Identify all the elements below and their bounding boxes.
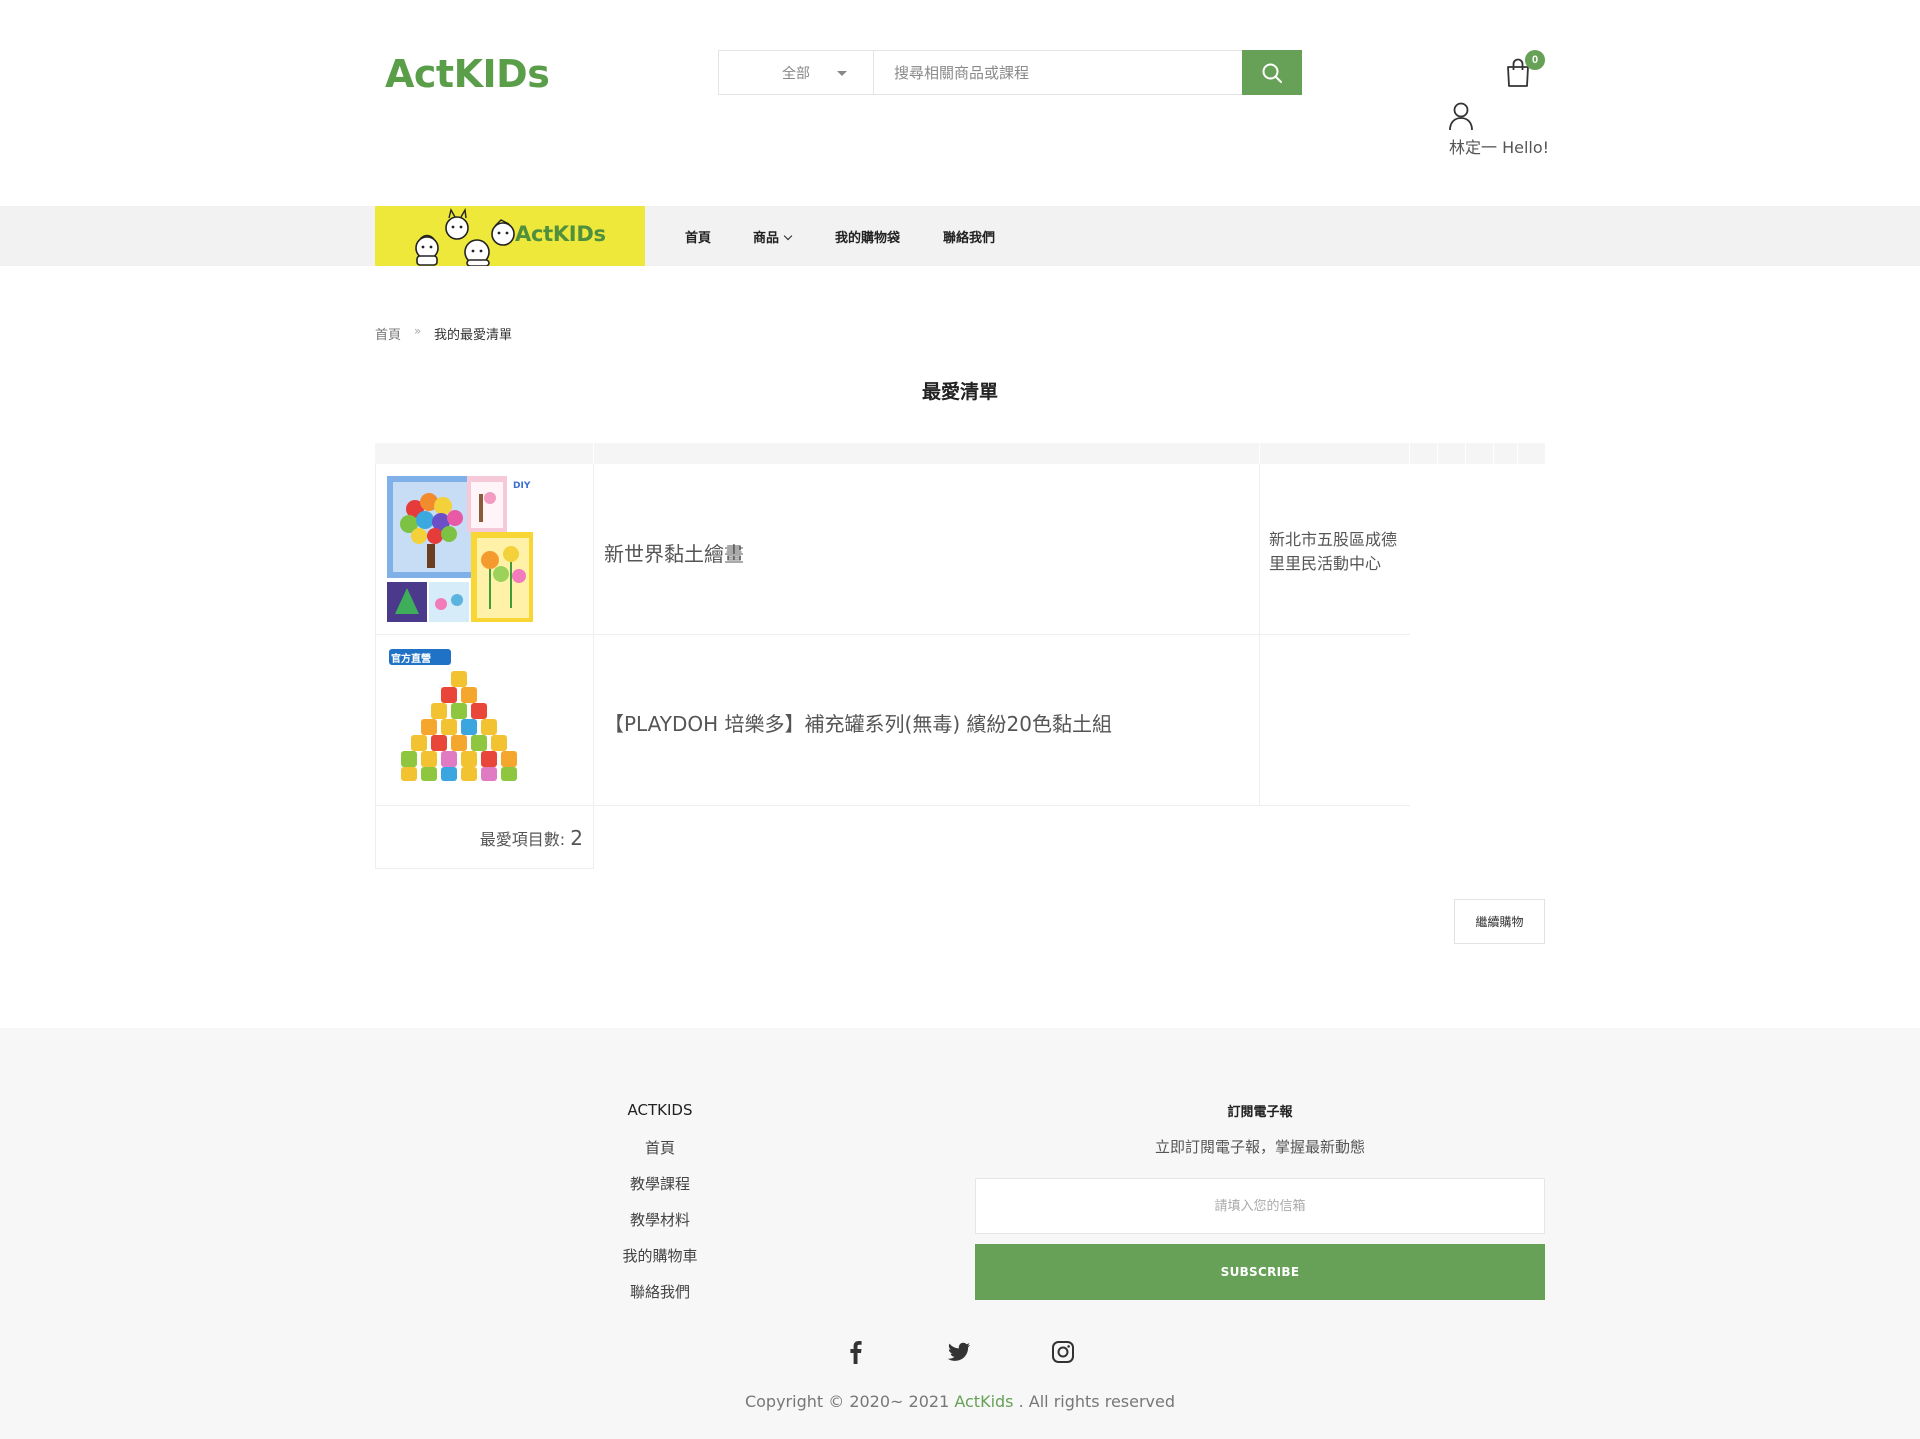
nav-item-home[interactable]: 首頁 — [685, 227, 711, 246]
table-header-row — [375, 443, 1545, 464]
table-header-divider — [1259, 443, 1260, 464]
footer-column-title: ACTKIDS — [627, 1101, 693, 1119]
search-input[interactable] — [874, 51, 1242, 94]
wishlist-count-value: 2 — [570, 826, 583, 850]
breadcrumb-separator: » — [414, 324, 422, 338]
newsletter-title: 訂閱電子報 — [1227, 1105, 1293, 1120]
wishlist-count: 最愛項目數: 2 — [480, 826, 583, 850]
chevron-down-icon — [783, 231, 793, 241]
table-header-divider — [1517, 443, 1518, 464]
product-image-playdoh[interactable] — [385, 645, 535, 795]
table-header-divider — [1409, 443, 1410, 464]
search-icon — [1262, 63, 1282, 83]
nav-item-label: 我的購物袋 — [835, 231, 901, 246]
table-row: DIY 新世界黏土繪畫 新北市五股區成德里里民活動中心 — [375, 464, 1410, 635]
footer-link-cart[interactable]: 我的購物車 — [580, 1245, 740, 1266]
footer — [0, 1028, 1920, 1439]
search-category-label: 全部 — [782, 64, 810, 81]
wishlist-count-cell: 最愛項目數: 2 — [375, 806, 593, 869]
svg-text:DIY: DIY — [513, 481, 531, 491]
table-header-divider — [1437, 443, 1438, 464]
facebook-icon[interactable] — [844, 1340, 868, 1364]
product-name[interactable]: 新世界黏土繪畫 — [604, 538, 744, 567]
copyright-brand-link[interactable]: ActKids — [954, 1392, 1013, 1411]
user-icon[interactable] — [1448, 101, 1474, 131]
product-image-clay-painting[interactable]: DIY — [385, 474, 535, 624]
search-button[interactable] — [1242, 50, 1302, 95]
footer-link-contact[interactable]: 聯絡我們 — [580, 1281, 740, 1302]
site-logo[interactable]: ActKIDs — [385, 52, 550, 96]
table-border — [1259, 464, 1260, 806]
nav-item-contact[interactable]: 聯絡我們 — [943, 227, 995, 246]
copyright-suffix: . All rights reserved — [1018, 1392, 1176, 1411]
breadcrumb-current: 我的最愛清單 — [434, 328, 513, 343]
twitter-icon[interactable] — [947, 1340, 971, 1364]
search-bar: 全部 — [718, 50, 1302, 95]
cart-count-badge: 0 — [1525, 50, 1545, 70]
footer-link-materials[interactable]: 教學材料 — [580, 1209, 740, 1230]
wishlist-count-label: 最愛項目數: — [479, 830, 566, 849]
nav-item-my-bag[interactable]: 我的購物袋 — [835, 227, 900, 246]
page-title: 最愛清單 — [921, 381, 998, 403]
user-greeting[interactable]: 林定一 Hello! — [1449, 134, 1549, 158]
nav-item-label: 商品 — [753, 231, 780, 246]
caret-down-icon — [837, 71, 847, 76]
table-header-divider — [1493, 443, 1494, 464]
continue-shopping-button[interactable]: 繼續購物 — [1454, 899, 1545, 944]
table-header-divider — [1465, 443, 1466, 464]
product-badge: 官方直營 — [391, 654, 431, 665]
copyright-text: Copyright © 2020~ 2021 ActKids . All rig… — [0, 1392, 1920, 1411]
table-header-divider — [593, 443, 594, 464]
nav-item-label: 聯絡我們 — [943, 231, 996, 246]
product-name[interactable]: 【PLAYDOH 培樂多】補充罐系列(無毒) 繽紛20色黏土組 — [604, 708, 1112, 737]
newsletter-description: 立即訂閱電子報，掌握最新動態 — [1154, 1138, 1365, 1156]
newsletter-email-input[interactable] — [975, 1178, 1545, 1234]
breadcrumb-home[interactable]: 首頁 — [375, 324, 401, 343]
subscribe-button[interactable]: SUBSCRIBE — [975, 1244, 1545, 1300]
instagram-icon[interactable] — [1051, 1340, 1075, 1364]
table-border — [593, 464, 594, 869]
search-category-select[interactable]: 全部 — [719, 51, 874, 94]
nav-item-products[interactable]: 商品 — [753, 227, 793, 246]
nav-item-label: 首頁 — [685, 231, 712, 246]
product-location: 新北市五股區成德里里民活動中心 — [1269, 530, 1398, 573]
nav-banner-text: ActKIDs — [515, 222, 606, 246]
table-row: 官方直營 【PLAYDOH 培樂多】補充罐系列(無毒) 繽紛20色黏土組 — [375, 635, 1410, 806]
nav-banner-logo[interactable]: ActKIDs — [375, 206, 645, 266]
footer-link-courses[interactable]: 教學課程 — [580, 1173, 740, 1194]
footer-link-home[interactable]: 首頁 — [580, 1137, 740, 1158]
copyright-prefix: Copyright © 2020~ 2021 — [744, 1392, 950, 1411]
